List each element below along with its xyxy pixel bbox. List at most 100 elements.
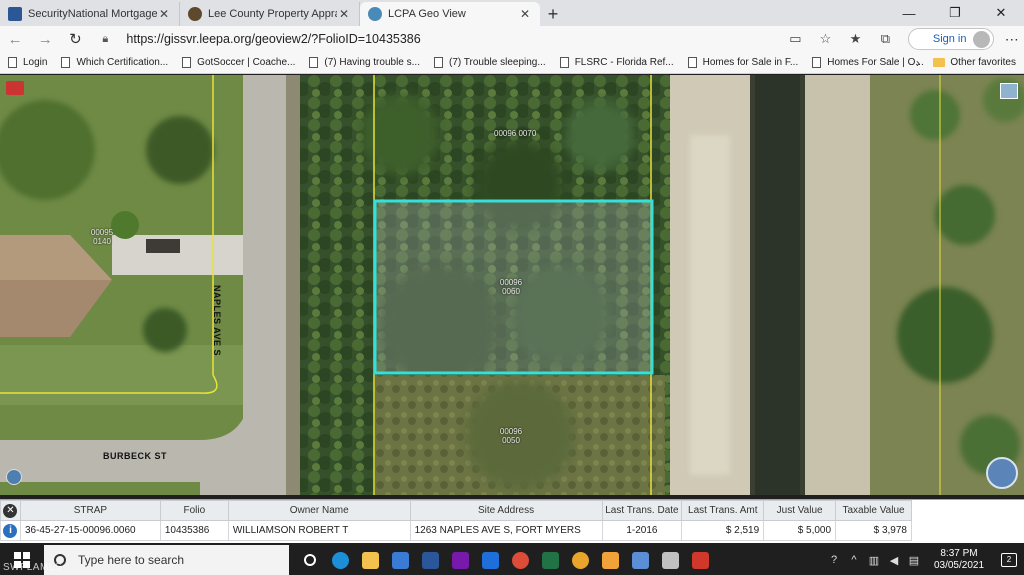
network-icon[interactable]: ▥ [864, 554, 884, 567]
refresh-icon[interactable]: ↻ [60, 26, 90, 52]
parcel-label[interactable]: 00096 0070 [494, 129, 536, 138]
document-glyph [631, 551, 649, 569]
minimize-icon[interactable]: — [886, 0, 932, 26]
column-header[interactable]: Folio [159, 500, 229, 521]
collections-icon[interactable]: ⧉ [870, 31, 900, 47]
task-view-icon[interactable] [295, 545, 325, 575]
cell-just-value: $ 5,000 [763, 520, 837, 541]
more-options-icon[interactable]: ⋯ [1000, 31, 1024, 48]
volume-icon[interactable]: ◀ [884, 554, 904, 567]
favorite-label: Which Certification... [76, 57, 169, 68]
chrome-glyph [511, 551, 529, 569]
lock-icon[interactable]: 🔒︎ [102, 33, 118, 46]
notification-count: 2 [1001, 553, 1017, 567]
close-tab-icon[interactable]: ✕ [157, 7, 171, 21]
forward-icon[interactable]: → [30, 26, 60, 52]
store-icon[interactable] [385, 545, 415, 575]
notes-icon[interactable] [595, 545, 625, 575]
favorites-icon[interactable]: ★ [840, 31, 870, 47]
favorite-homes-for-sale-f[interactable]: Homes for Sale in F... [687, 57, 798, 68]
cell-address: 1263 NAPLES AVE S, FORT MYERS [409, 520, 603, 541]
tab-title: Lee County Property Appraiser [208, 8, 337, 20]
keyboard-icon[interactable]: ▤ [904, 554, 924, 567]
tab-bar: SecurityNational Mortgage Com ✕ Lee Coun… [0, 0, 1024, 26]
favorite-flsrc[interactable]: FLSRC - Florida Ref... [559, 57, 674, 68]
chrome-2-glyph [571, 551, 589, 569]
column-header[interactable]: Last Trans. Date [601, 500, 683, 521]
edge-glyph [331, 551, 349, 569]
street-label-burbeck: BURBECK ST [103, 451, 168, 461]
cell-trans-amt: $ 2,519 [681, 520, 765, 541]
favorite-having-trouble[interactable]: (7) Having trouble s... [309, 57, 420, 68]
sign-in-button[interactable]: Sign in [908, 28, 994, 50]
tab-securitynational[interactable]: SecurityNational Mortgage Com ✕ [0, 2, 180, 26]
close-window-icon[interactable]: ✕ [978, 0, 1024, 26]
close-icon[interactable]: ✕ [3, 503, 18, 518]
column-header[interactable]: Owner Name [227, 500, 411, 521]
new-tab-button[interactable]: + [540, 2, 566, 26]
document-icon[interactable] [625, 545, 655, 575]
table-row[interactable]: i 36-45-27-15-00096.0060 10435386 WILLIA… [0, 520, 912, 541]
globe-icon[interactable] [6, 469, 22, 485]
reader-view-icon[interactable]: ▭ [780, 31, 810, 47]
tab-lcpa-geo-view[interactable]: LCPA Geo View ✕ [360, 2, 540, 26]
favorite-label: GotSoccer | Coache... [197, 57, 296, 68]
favorite-certification[interactable]: Which Certification... [61, 57, 168, 68]
add-favorite-icon[interactable]: ☆ [810, 31, 840, 47]
help-icon[interactable]: ? [824, 554, 844, 566]
column-header[interactable]: Just Value [763, 500, 837, 521]
folder-icon [933, 58, 946, 67]
mail-icon[interactable] [475, 545, 505, 575]
notifications-button[interactable]: 2 [994, 553, 1024, 567]
close-tab-icon[interactable]: ✕ [518, 7, 532, 21]
page-icon [309, 57, 319, 68]
close-tab-icon[interactable]: ✕ [337, 7, 351, 21]
page-icon [61, 57, 71, 68]
tab-lee-county-appraiser[interactable]: Lee County Property Appraiser ✕ [180, 2, 360, 26]
file-explorer-icon[interactable] [355, 545, 385, 575]
favorite-login[interactable]: Login [8, 57, 47, 68]
other-favorites[interactable]: Other favorites [933, 57, 1016, 68]
column-header[interactable]: Taxable Value [835, 500, 912, 521]
excel-icon[interactable] [535, 545, 565, 575]
address-bar: ← → ↻ 🔒︎ https://gissvr.leepa.org/geovie… [0, 26, 1024, 52]
map-tool-icon[interactable] [6, 81, 24, 95]
restore-icon[interactable]: ❐ [932, 0, 978, 26]
edge-icon[interactable] [325, 545, 355, 575]
parcel-label-selected[interactable]: 00096 0060 [496, 278, 526, 296]
taskbar-search-input[interactable]: Type here to search [44, 545, 289, 575]
clock[interactable]: 8:37 PM 03/05/2021 [924, 548, 994, 572]
column-header[interactable]: Site Address [409, 500, 603, 521]
favorite-gotsoccer[interactable]: GotSoccer | Coache... [182, 57, 295, 68]
taskbar: Type here to search ? ^ ▥ ◀ ▤ 8:37 PM 03… [0, 545, 1024, 575]
acrobat-icon[interactable] [685, 545, 715, 575]
parcel-label[interactable]: 00095 0140 [88, 228, 116, 246]
system-tray: ? ^ ▥ ◀ ▤ 8:37 PM 03/05/2021 2 [824, 545, 1024, 575]
parcel-label[interactable]: 00096 0050 [496, 427, 526, 445]
excel-glyph [541, 551, 559, 569]
paint-glyph [661, 551, 679, 569]
onenote-icon[interactable] [445, 545, 475, 575]
aerial-map[interactable]: 00096 0070 00095 0140 00096 0060 00096 0… [0, 75, 1024, 495]
chevron-right-icon[interactable]: › [916, 56, 920, 70]
chrome-2-icon[interactable] [565, 545, 595, 575]
clock-time: 8:37 PM [940, 548, 978, 559]
results-grid: ✕ STRAP Folio Owner Name Site Address La… [0, 499, 1024, 543]
favorite-label: Homes For Sale | O... [827, 57, 924, 68]
other-favorites-label: Other favorites [950, 57, 1016, 68]
info-icon[interactable]: i [3, 523, 18, 538]
chevron-up-icon[interactable]: ^ [844, 554, 864, 566]
back-icon[interactable]: ← [0, 26, 30, 52]
basemap-icon[interactable] [1000, 83, 1018, 99]
favorite-label: Login [23, 57, 48, 68]
paint-icon[interactable] [655, 545, 685, 575]
chrome-icon[interactable] [505, 545, 535, 575]
word-icon[interactable] [415, 545, 445, 575]
favorite-homes-for-sale-o[interactable]: Homes For Sale | O... [812, 57, 924, 68]
compass-icon[interactable] [986, 457, 1018, 489]
column-header[interactable]: STRAP [19, 500, 161, 521]
cell-taxable-value: $ 3,978 [835, 520, 912, 541]
column-header[interactable]: Last Trans. Amt [681, 500, 765, 521]
url-field[interactable]: 🔒︎ https://gissvr.leepa.org/geoview2/?Fo… [96, 28, 766, 50]
favorite-trouble-sleeping[interactable]: (7) Trouble sleeping... [433, 57, 546, 68]
